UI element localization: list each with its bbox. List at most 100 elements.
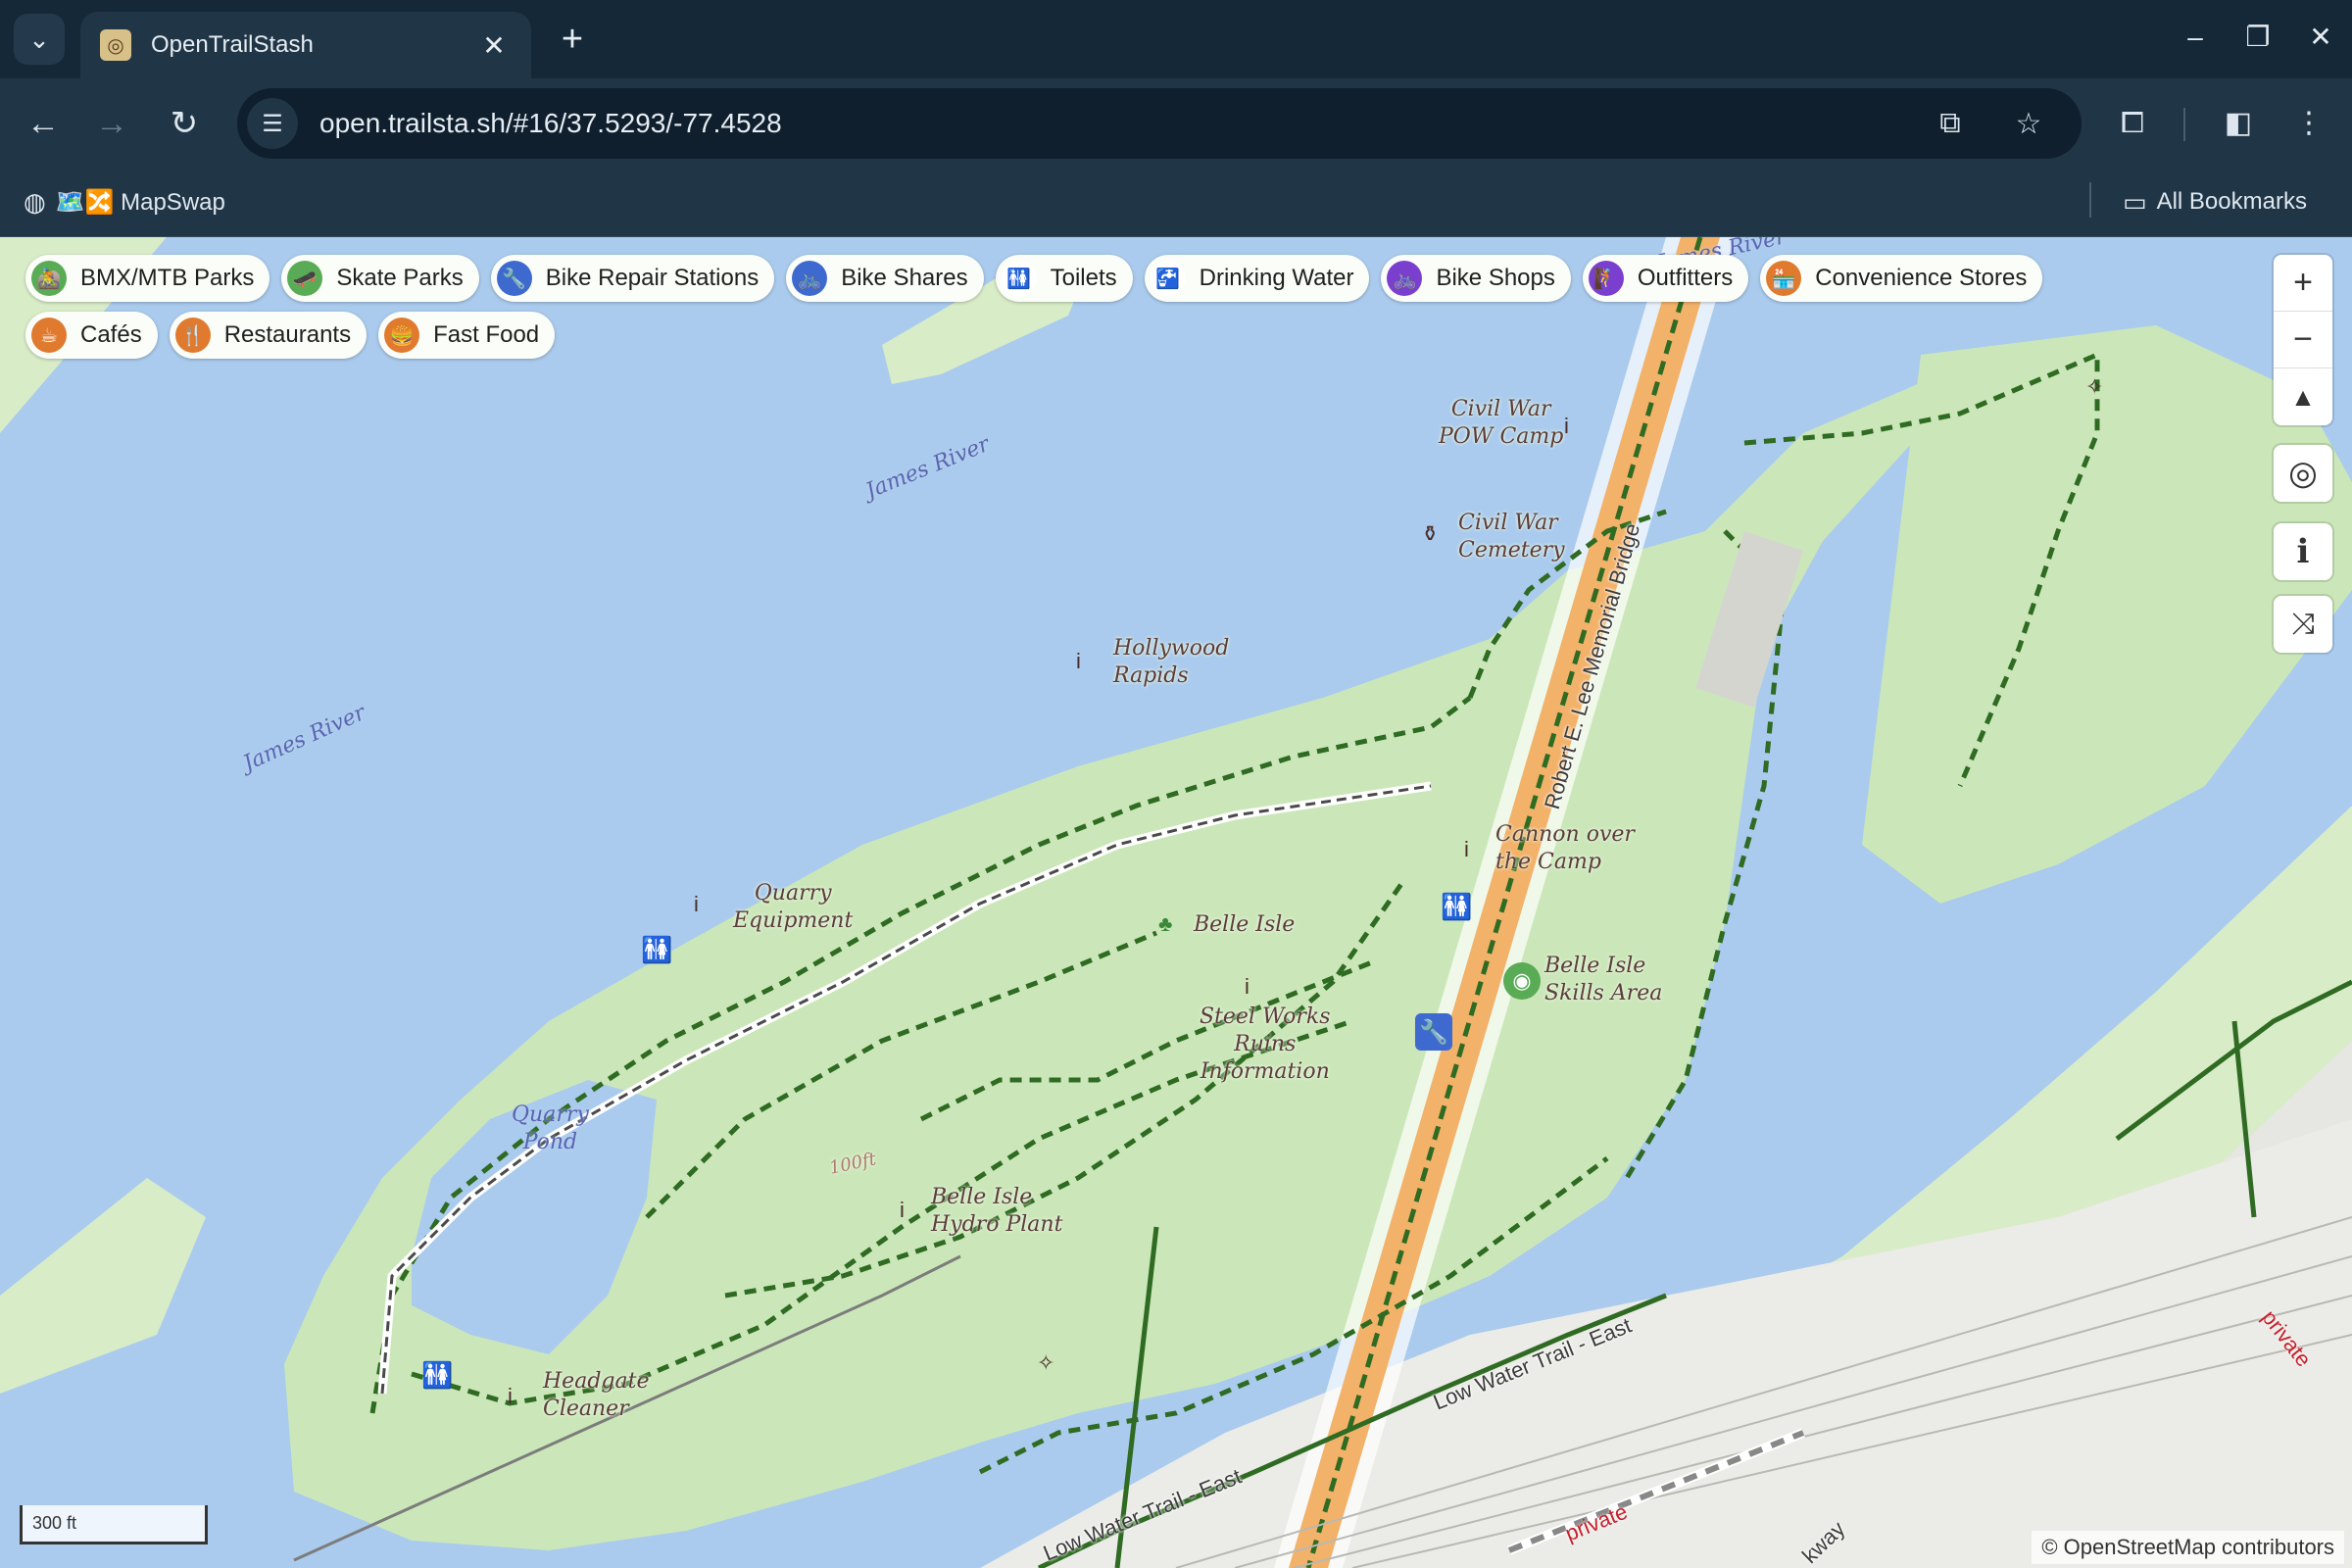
info-icon[interactable]: i <box>694 892 699 917</box>
label-civil-war-pow-camp: Civil War POW Camp <box>1439 396 1563 451</box>
chevron-down-icon: ⌄ <box>28 24 50 54</box>
bmx-park-marker-icon[interactable]: ◉ <box>1503 962 1541 1000</box>
viewpoint-icon[interactable]: ✧ <box>2085 374 2103 400</box>
wrench-icon[interactable]: 🔧 <box>1415 1013 1452 1051</box>
shuffle-icon: ⤨ <box>2291 608 2315 640</box>
address-bar[interactable]: ☰ open.trailsta.sh/#16/37.5293/-77.4528 … <box>237 88 2082 159</box>
info-icon[interactable]: i <box>1464 837 1469 862</box>
filter-chip[interactable]: 🍔 Fast Food <box>378 312 556 359</box>
skateboard-icon: 🛹 <box>287 261 323 296</box>
install-app-icon[interactable]: ⧉ <box>1925 98 1976 149</box>
viewpoint-icon[interactable]: ✧ <box>1037 1350 1054 1376</box>
filter-chip[interactable]: 🚵 BMX/MTB Parks <box>25 255 270 302</box>
info-icon[interactable]: i <box>1564 414 1569 439</box>
filter-label: Skate Parks <box>336 265 464 291</box>
forward-arrow-icon[interactable]: → <box>88 100 135 147</box>
label-hollywood-rapids-line2: Rapids <box>1113 663 1189 688</box>
zoom-out-button[interactable]: − <box>2274 312 2332 368</box>
wrench-icon: 🔧 <box>496 261 532 296</box>
zoom-controls: + − ▲ <box>2274 255 2332 425</box>
label-hydro-line2: Hydro Plant <box>931 1212 1063 1237</box>
info-icon[interactable]: i <box>508 1384 513 1409</box>
info-button[interactable]: i <box>2274 523 2332 580</box>
label-quarry-equipment-line1: Quarry <box>754 881 832 906</box>
info-icon[interactable]: i <box>1076 649 1081 674</box>
bicycle-icon: 🚲 <box>1387 261 1423 296</box>
geolocate-button[interactable]: ◎ <box>2274 445 2332 502</box>
label-civil-war-cemetery-line1: Civil War <box>1458 511 1558 535</box>
compass-icon: ▲ <box>2290 381 2316 412</box>
map-canvas[interactable]: James River James River James River Civi… <box>0 237 2352 1568</box>
site-favicon-icon: ◎ <box>100 29 131 61</box>
label-cannon-over-the-camp: Cannon over the Camp <box>1495 821 1635 876</box>
compass-button[interactable]: ▲ <box>2274 368 2332 425</box>
filter-chip[interactable]: 🚲 Bike Shops <box>1381 255 1571 302</box>
label-skills-line2: Skills Area <box>1544 981 1663 1005</box>
reload-icon[interactable]: ↻ <box>161 100 208 147</box>
label-hollywood-rapids: Hollywood Rapids <box>1113 635 1229 690</box>
filter-chip[interactable]: 🧗 Outfitters <box>1582 255 1749 302</box>
zoom-in-button[interactable]: + <box>2274 255 2332 312</box>
info-icon[interactable]: i <box>1245 974 1250 1000</box>
site-settings-icon[interactable]: ☰ <box>247 98 298 149</box>
filter-label: Fast Food <box>433 321 540 348</box>
close-tab-icon[interactable]: ✕ <box>476 29 512 62</box>
filter-chip[interactable]: 🛹 Skate Parks <box>281 255 479 302</box>
filter-chip[interactable]: 🍴 Restaurants <box>169 312 368 359</box>
toilets-icon[interactable]: 🚻 <box>641 935 672 965</box>
label-headgate-line1: Headgate <box>543 1369 650 1394</box>
new-tab-button[interactable]: + <box>551 18 594 61</box>
filter-chip[interactable]: ☕ Cafés <box>25 312 158 359</box>
fork-knife-icon: 🍴 <box>174 318 211 353</box>
bookmark-mapswap[interactable]: ◍ 🗺️🔀 MapSwap <box>24 182 225 221</box>
filter-chip[interactable]: 🏪 Convenience Stores <box>1760 255 2043 302</box>
label-quarry-pond-line2: Pond <box>522 1130 578 1154</box>
filter-label: Outfitters <box>1637 265 1734 291</box>
active-tab[interactable]: ◎ OpenTrailStash ✕ <box>80 12 531 78</box>
restore-icon[interactable]: ❐ <box>2234 14 2281 61</box>
mapswap-button[interactable]: ⤨ <box>2274 596 2332 653</box>
bicycle-icon: 🚲 <box>792 261 828 296</box>
tab-title: OpenTrailStash <box>151 31 314 58</box>
toilets-icon[interactable]: 🚻 <box>421 1360 453 1391</box>
label-steel-works-line2: Ruins <box>1234 1032 1297 1056</box>
label-quarry-pond-line1: Quarry <box>512 1102 589 1127</box>
tab-search-button[interactable]: ⌄ <box>14 14 65 65</box>
close-window-icon[interactable]: ✕ <box>2297 14 2344 61</box>
filter-label: Drinking Water <box>1199 265 1354 291</box>
label-hollywood-rapids-line1: Hollywood <box>1113 636 1230 661</box>
filter-chip[interactable]: 🚰 Drinking Water <box>1144 255 1370 302</box>
bookmarks-divider <box>2089 182 2091 218</box>
toolbar-divider <box>2183 108 2185 141</box>
label-hydro-line1: Belle Isle <box>931 1185 1033 1209</box>
url-text[interactable]: open.trailsta.sh/#16/37.5293/-77.4528 <box>319 108 1925 139</box>
mapswap-control: ⤨ <box>2274 596 2332 653</box>
toilets-icon[interactable]: 🚻 <box>1441 892 1472 922</box>
label-cannon-line2: the Camp <box>1495 850 1601 874</box>
label-steel-works-line1: Steel Works <box>1200 1004 1331 1029</box>
back-arrow-icon[interactable]: ← <box>20 100 67 147</box>
filter-label: Convenience Stores <box>1815 265 2028 291</box>
extensions-puzzle-icon[interactable]: ⧠ <box>2109 100 2156 147</box>
filter-chip[interactable]: 🚲 Bike Shares <box>786 255 984 302</box>
water-tap-icon: 🚰 <box>1150 261 1186 296</box>
filter-chip[interactable]: 🚻 Toilets <box>995 255 1133 302</box>
map-attribution[interactable]: © OpenStreetMap contributors <box>2032 1531 2344 1564</box>
toilets-icon: 🚻 <box>1001 261 1037 296</box>
filter-chip[interactable]: 🔧 Bike Repair Stations <box>490 255 775 302</box>
filter-label: Restaurants <box>223 321 352 348</box>
bookmarks-bar: ◍ 🗺️🔀 MapSwap ▭ All Bookmarks <box>0 169 2352 237</box>
plus-icon: + <box>2293 264 2313 301</box>
all-bookmarks-button[interactable]: ▭ All Bookmarks <box>2123 182 2307 221</box>
minimize-icon[interactable]: – <box>2172 14 2219 61</box>
filter-label: Toilets <box>1050 265 1117 291</box>
side-panel-icon[interactable]: ◧ <box>2215 100 2262 147</box>
tab-strip: ⌄ ◎ OpenTrailStash ✕ + – ❐ ✕ <box>0 0 2352 78</box>
info-icon[interactable]: i <box>900 1198 905 1223</box>
bookmark-star-icon[interactable]: ☆ <box>2003 98 2054 149</box>
label-civil-war-pow-camp-line1: Civil War <box>1450 397 1551 421</box>
cemetery-icon[interactable]: ⚱ <box>1421 521 1439 547</box>
label-belle-isle: Belle Isle <box>1194 912 1296 937</box>
more-menu-icon[interactable]: ⋮ <box>2285 100 2332 147</box>
label-quarry-pond: Quarry Pond <box>512 1102 589 1156</box>
